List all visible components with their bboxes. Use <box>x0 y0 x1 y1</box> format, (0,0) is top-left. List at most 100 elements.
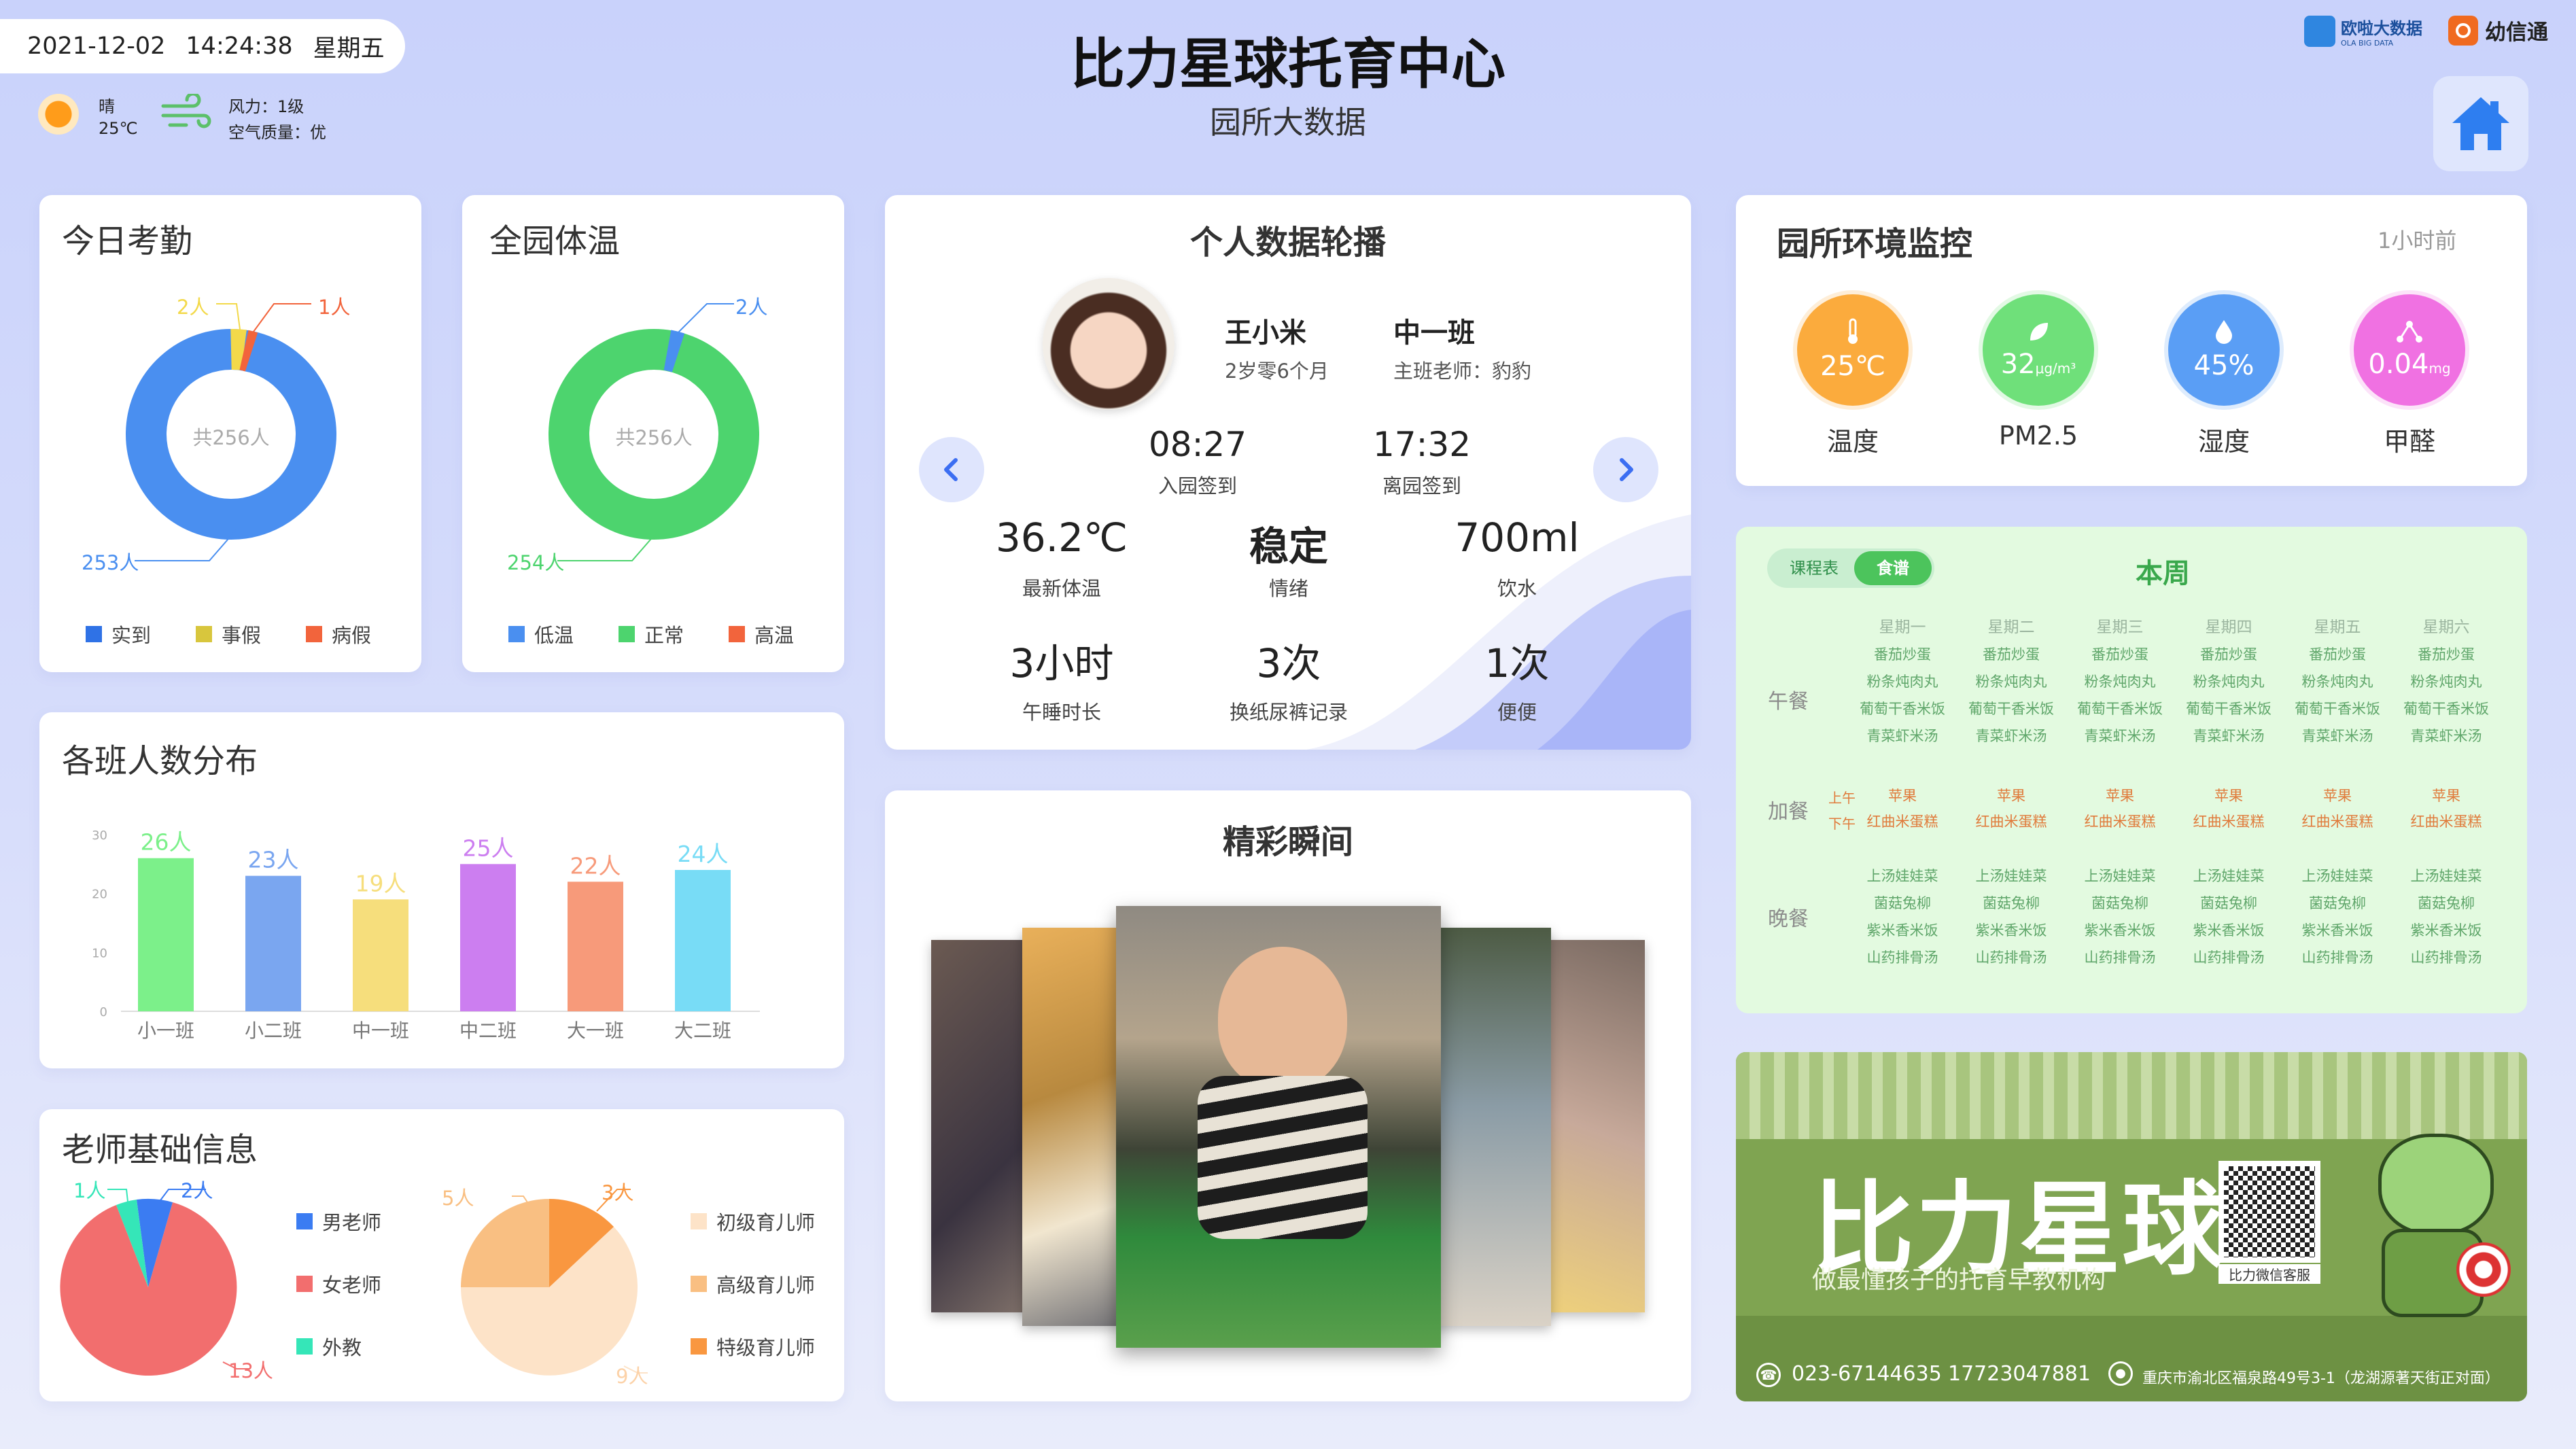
air-text: 空气质量：优 <box>228 123 326 142</box>
menu-item: 上汤娃娃菜 <box>2410 868 2482 884</box>
menu-day-header: 星期二 <box>1987 618 2035 636</box>
gender-legend-foreign: 外教 <box>296 1332 362 1361</box>
menu-item: 山药排骨汤 <box>1975 949 2047 966</box>
env-item: 45% 湿度 <box>2168 294 2280 458</box>
home-button[interactable] <box>2433 76 2528 171</box>
photo-card-featured[interactable] <box>1116 906 1441 1348</box>
menu-item: 青菜虾米汤 <box>2410 728 2482 744</box>
banner-stripes <box>1736 1052 2527 1139</box>
menu-item: 紫米香米饭 <box>2301 922 2373 939</box>
yxt-logo: 幼信通 <box>2448 15 2548 46</box>
bar-value-label: 23人 <box>248 847 299 873</box>
env-title: 园所环境监控 <box>1777 225 1973 263</box>
leaf-icon <box>2027 320 2049 346</box>
env-label: 温度 <box>1826 427 1879 457</box>
weather-text: 晴 <box>99 97 115 116</box>
time-text: 14:24:38 <box>186 33 293 60</box>
menu-item: 红曲米蛋糕 <box>1866 814 1938 830</box>
menu-item: 上汤娃娃菜 <box>2084 868 2156 884</box>
temp-text: 25℃ <box>99 119 138 138</box>
env-items: 25℃ 温度 32μg/m³ PM2.5 45% 湿度 0.04mg 甲醛 <box>1736 294 2527 457</box>
menu-item: 粉条炖肉丸 <box>1866 674 1938 690</box>
banner-footer <box>1736 1316 2527 1401</box>
env-gauge: 0.04mg <box>2354 294 2465 406</box>
stat-label: 最新体温 <box>1022 577 1101 600</box>
attendance-label-present: 253人 <box>82 551 139 574</box>
menu-item: 番茄炒蛋 <box>2418 646 2475 663</box>
menu-item: 葡萄干香米饭 <box>2186 701 2272 717</box>
menu-item: 菌菇兔柳 <box>1983 895 2040 911</box>
menu-card: 课程表 食谱 本周 午餐 加餐 晚餐 上午 下午 星期一 番茄炒蛋 粉条炖肉丸 葡萄干… <box>1736 527 2527 1013</box>
mascot-shield <box>2456 1242 2511 1297</box>
temperature-label-low: 2人 <box>735 296 768 319</box>
menu-item: 上汤娃娃菜 <box>2301 868 2373 884</box>
x-tick-label: 小一班 <box>137 1019 194 1042</box>
location-icon: ● <box>2108 1361 2133 1386</box>
attendance-label-leave: 2人 <box>177 296 209 319</box>
tab-schedule[interactable]: 课程表 <box>1774 548 1854 588</box>
molecule-icon <box>2396 320 2423 346</box>
menu-item: 番茄炒蛋 <box>1874 646 1931 663</box>
level-legend-senior: 高级育儿师 <box>691 1270 815 1298</box>
env-label: PM2.5 <box>1998 421 2078 451</box>
qr-caption: 比力微信客服 <box>2218 1264 2320 1284</box>
env-updated: 1小时前 <box>2378 228 2457 254</box>
attendance-slice-sick <box>239 330 258 372</box>
tab-recipe[interactable]: 食谱 <box>1854 551 1932 585</box>
stat-value: 3小时 <box>1009 640 1114 686</box>
weekday-text: 星期五 <box>313 35 385 63</box>
x-tick-label: 中一班 <box>352 1019 409 1042</box>
stat-value: 36.2℃ <box>995 514 1128 561</box>
gender-label-foreign: 1人 <box>73 1179 106 1202</box>
level-label-senior: 5人 <box>442 1187 474 1210</box>
chevron-right-icon <box>1620 458 1633 481</box>
ola-logo-subtext: OLA BIG DATA <box>2341 39 2394 48</box>
attendance-legend-leave: 事假 <box>196 620 261 648</box>
checkout-time: 17:32 <box>1372 425 1472 464</box>
stat-label: 午睡时长 <box>1022 701 1101 724</box>
level-legend-junior: 初级育儿师 <box>691 1207 815 1236</box>
menu-day-header: 星期五 <box>2314 618 2361 636</box>
menu-item: 菌菇兔柳 <box>1874 895 1931 911</box>
page-title: 比力星球托育中心 <box>1071 33 1505 96</box>
ola-logo: 欧啦大数据 OLA BIG DATA <box>2304 15 2422 48</box>
menu-item: 菌菇兔柳 <box>2418 895 2475 911</box>
menu-item: 葡萄干香米饭 <box>1968 701 2054 717</box>
menu-item: 粉条炖肉丸 <box>2084 674 2156 690</box>
temperature-slice-low <box>663 330 685 372</box>
x-tick-label: 小二班 <box>245 1019 302 1042</box>
next-button[interactable] <box>1593 437 1658 502</box>
menu-item: 葡萄干香米饭 <box>2077 701 2163 717</box>
menu-item: 红曲米蛋糕 <box>2410 814 2482 830</box>
attendance-legend-sick: 病假 <box>306 620 371 648</box>
photo-card[interactable] <box>1422 928 1551 1326</box>
env-unit: μg/m³ <box>2035 360 2076 377</box>
banner-address: 重庆市渝北区福泉路49号3-1（龙湖源著天街正对面） <box>2142 1370 2500 1387</box>
meal-lunch-label: 午餐 <box>1768 690 1809 714</box>
menu-item: 山药排骨汤 <box>2410 949 2482 966</box>
child-teacher: 主班老师：豹豹 <box>1393 360 1532 383</box>
phone-icon: ☎ <box>1756 1363 1781 1387</box>
menu-item: 菌菇兔柳 <box>2091 895 2148 911</box>
ola-logo-icon <box>2304 16 2335 47</box>
bar <box>460 864 516 1011</box>
env-gauge: 45% <box>2168 294 2280 406</box>
menu-week: 本周 <box>2136 558 2190 589</box>
temperature-center: 共256人 <box>615 426 693 449</box>
yxt-logo-icon <box>2448 15 2478 46</box>
checkin-label: 入园签到 <box>1158 474 1237 497</box>
prev-button[interactable] <box>919 437 984 502</box>
personal-card: 个人数据轮播 王小米 2岁零6个月 中一班 主班老师：豹豹 08:27 入园签到… <box>885 195 1691 750</box>
menu-item: 山药排骨汤 <box>1866 949 1938 966</box>
menu-item: 菌菇兔柳 <box>2309 895 2366 911</box>
stat-label: 便便 <box>1497 701 1537 724</box>
banner-mobile: 17723047881 <box>1948 1362 2091 1386</box>
checkout-label: 离园签到 <box>1382 474 1461 497</box>
menu-item: 青菜虾米汤 <box>1866 728 1938 744</box>
meal-snack-label: 加餐 <box>1768 800 1809 824</box>
bar <box>675 870 731 1011</box>
child-name: 王小米 <box>1225 317 1306 349</box>
menu-item: 紫米香米饭 <box>1866 922 1938 939</box>
menu-day-header: 星期一 <box>1879 618 1926 636</box>
env-gauge: 25℃ <box>1797 294 1909 406</box>
